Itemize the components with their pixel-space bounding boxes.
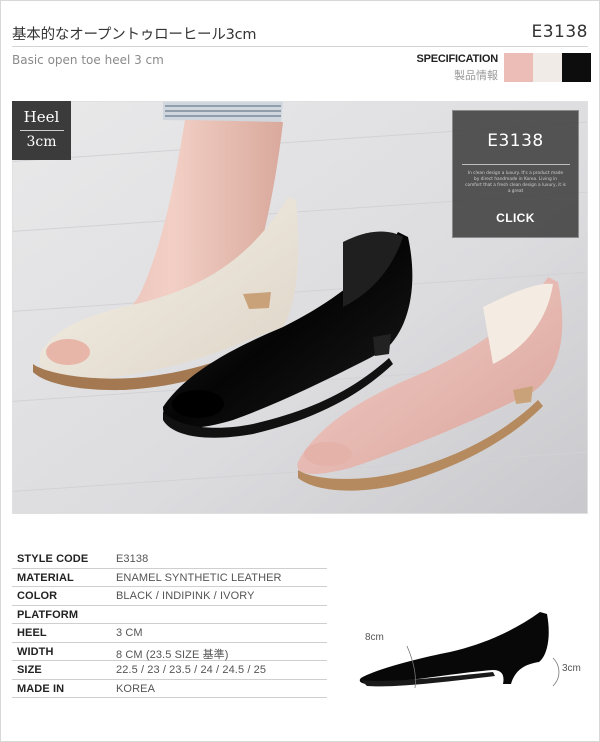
spec-key: COLOR <box>17 590 58 602</box>
spec-row-made-in: MADE IN KOREA <box>12 680 327 698</box>
heel-badge-value: 3cm <box>26 134 57 150</box>
size-diagram: 8cm 3cm <box>355 600 595 705</box>
spec-value: 3 CM <box>116 627 143 639</box>
spec-row-heel: HEEL 3 CM <box>12 624 327 643</box>
color-swatch-black[interactable] <box>562 53 591 82</box>
spec-row-color: COLOR BLACK / INDIPINK / IVORY <box>12 587 327 606</box>
product-code: E3138 <box>531 22 588 42</box>
spec-row-width: WIDTH 8 CM (23.5 SIZE 基準) <box>12 643 327 661</box>
spec-value: KOREA <box>116 682 156 695</box>
product-code-panel[interactable]: E3138 In clean design a luxury. It's a p… <box>452 110 579 238</box>
spec-value: E3138 <box>116 553 149 565</box>
title-divider <box>12 46 588 47</box>
heel-badge: Heel 3cm <box>12 101 71 160</box>
specification-label-en: SPECIFICATION <box>416 53 498 65</box>
click-button[interactable]: CLICK <box>453 211 578 225</box>
spec-key: PLATFORM <box>17 608 79 621</box>
heel-badge-divider <box>19 130 64 131</box>
spec-row-size: SIZE 22.5 / 23 / 23.5 / 24 / 24.5 / 25 <box>12 661 327 680</box>
panel-product-code: E3138 <box>487 131 544 151</box>
product-title-en: Basic open toe heel 3 cm <box>12 53 164 67</box>
specification-label: SPECIFICATION 製品情報 <box>416 53 498 83</box>
spec-key: WIDTH <box>17 645 54 658</box>
panel-divider <box>461 164 570 165</box>
spec-value: ENAMEL SYNTHETIC LEATHER <box>116 571 282 584</box>
panel-description: In clean design a luxury. It's a product… <box>465 171 566 194</box>
spec-key: SIZE <box>17 664 42 676</box>
heel-badge-label: Heel <box>23 108 60 126</box>
spec-key: MADE IN <box>17 682 65 695</box>
spec-value: BLACK / INDIPINK / IVORY <box>116 590 255 602</box>
spec-row-material: MATERIAL ENAMEL SYNTHETIC LEATHER <box>12 569 327 587</box>
specification-label-jp: 製品情報 <box>454 70 498 82</box>
color-swatch-pink[interactable] <box>504 53 533 82</box>
spec-row-platform: PLATFORM <box>12 606 327 624</box>
spec-value: 22.5 / 23 / 23.5 / 24 / 24.5 / 25 <box>116 664 267 676</box>
spec-value: 8 CM (23.5 SIZE 基準) <box>116 648 229 661</box>
spec-key: HEEL <box>17 627 47 639</box>
spec-key: STYLE CODE <box>17 553 89 565</box>
heel-height-label: 3cm <box>562 663 581 674</box>
spec-key: MATERIAL <box>17 571 74 584</box>
spec-row-style-code: STYLE CODE E3138 <box>12 550 327 569</box>
color-swatch-ivory[interactable] <box>533 53 562 82</box>
shoe-side-view-icon <box>359 612 560 689</box>
product-title-jp: 基本的なオープントゥローヒール3cm <box>12 27 257 43</box>
width-label: 8cm <box>365 632 384 643</box>
spec-table: STYLE CODE E3138 MATERIAL ENAMEL SYNTHET… <box>12 550 327 698</box>
